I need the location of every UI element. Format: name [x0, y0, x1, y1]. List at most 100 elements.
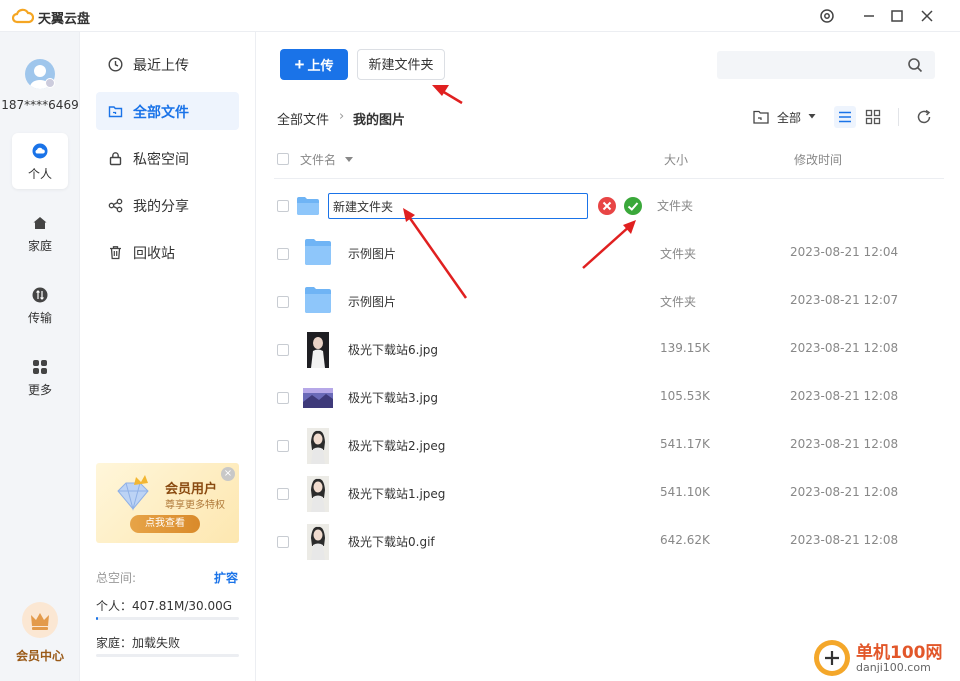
annotation-arrow-new-folder: [432, 85, 463, 105]
refresh-icon[interactable]: [916, 109, 932, 125]
confirm-rename-icon[interactable]: [624, 197, 642, 215]
promo-title: 会员用户: [165, 482, 218, 497]
list-icon: [839, 111, 851, 123]
vip-center-label[interactable]: 会员中心: [0, 647, 80, 664]
diamond-crown-icon: [117, 475, 149, 511]
row-checkbox[interactable]: [277, 536, 289, 548]
breadcrumb-separator: ›: [339, 109, 345, 124]
table-row[interactable]: 极光下载站6.jpg 139.15K 2023-08-21 12:08: [256, 326, 960, 374]
personal-storage-text: 个人：407.81M/30.00G: [96, 599, 233, 613]
lock-icon: [109, 152, 122, 166]
minimize-icon[interactable]: [860, 7, 878, 25]
table-row[interactable]: 极光下载站1.jpeg 541.10K 2023-08-21 12:08: [256, 470, 960, 518]
cancel-rename-icon[interactable]: [598, 197, 616, 215]
title-bar: 天翼云盘: [0, 0, 960, 32]
vip-promo-banner[interactable]: × 会员用户 尊享更多特权 点我查看: [96, 463, 239, 543]
file-name[interactable]: 示例图片: [348, 245, 396, 262]
grid-icon: [33, 360, 47, 374]
list-view-button[interactable]: [834, 106, 856, 128]
vip-center-button[interactable]: [22, 602, 58, 638]
table-row[interactable]: 极光下载站3.jpg 105.53K 2023-08-21 12:08: [256, 374, 960, 422]
file-date: 2023-08-21 12:08: [790, 437, 899, 451]
cloud-icon: [32, 143, 48, 159]
image-thumbnail: [307, 524, 329, 560]
file-name[interactable]: 示例图片: [348, 293, 396, 310]
file-date: 2023-08-21 12:08: [790, 485, 899, 499]
select-all-checkbox[interactable]: [277, 153, 289, 165]
sidebar-item-all-files[interactable]: 全部文件: [96, 92, 239, 130]
column-header-name[interactable]: 文件名: [300, 151, 336, 168]
sidebar-item-recent[interactable]: 最近上传: [96, 45, 239, 83]
cloud-logo-icon: [12, 8, 34, 24]
table-row[interactable]: 示例图片 文件夹 2023-08-21 12:04: [256, 230, 960, 278]
rail-label: 个人: [27, 167, 52, 181]
file-name[interactable]: 极光下载站1.jpeg: [348, 485, 445, 502]
header-divider: [274, 178, 944, 179]
row-checkbox[interactable]: [277, 440, 289, 452]
transfer-icon: [32, 287, 48, 303]
watermark-title: 单机100网: [856, 643, 943, 663]
row-checkbox[interactable]: [277, 344, 289, 356]
file-name[interactable]: 极光下载站3.jpg: [348, 389, 438, 406]
folder-filter-icon[interactable]: [753, 110, 769, 124]
promo-view-button[interactable]: 点我查看: [130, 515, 200, 533]
rail-item-more[interactable]: 更多: [12, 349, 68, 405]
clock-icon: [108, 57, 123, 72]
table-row[interactable]: 极光下载站0.gif 642.62K 2023-08-21 12:08: [256, 518, 960, 566]
file-size: 文件夹: [660, 295, 697, 309]
row-checkbox[interactable]: [277, 488, 289, 500]
folder-icon: [108, 106, 123, 118]
sidebar-item-share[interactable]: 我的分享: [96, 186, 239, 224]
row-checkbox[interactable]: [277, 296, 289, 308]
filter-dropdown[interactable]: 全部: [777, 109, 801, 126]
sidebar-item-trash[interactable]: 回收站: [96, 233, 239, 271]
image-thumbnail: [307, 428, 329, 464]
settings-icon[interactable]: [818, 7, 836, 25]
file-name[interactable]: 极光下载站2.jpeg: [348, 437, 445, 454]
sidebar-item-private[interactable]: 私密空间: [96, 139, 239, 177]
file-size: 文件夹: [660, 247, 697, 261]
user-phone: 187****6469: [1, 98, 79, 112]
close-icon[interactable]: [918, 7, 936, 25]
file-size: 541.10K: [660, 485, 710, 499]
search-icon[interactable]: [907, 57, 923, 73]
row-checkbox[interactable]: [277, 248, 289, 260]
toolbar-divider: [898, 108, 899, 126]
row-checkbox[interactable]: [277, 392, 289, 404]
file-size: 105.53K: [660, 389, 710, 403]
grid-view-icon[interactable]: [865, 109, 881, 125]
row-checkbox[interactable]: [277, 200, 289, 212]
file-size: 541.17K: [660, 437, 710, 451]
sidebar-item-label: 全部文件: [133, 105, 189, 121]
personal-storage-bar: [96, 617, 239, 620]
file-name[interactable]: 极光下载站0.gif: [348, 533, 435, 550]
rail-label: 传输: [27, 311, 52, 325]
file-date: 2023-08-21 12:08: [790, 533, 899, 547]
table-row[interactable]: 示例图片 文件夹 2023-08-21 12:07: [256, 278, 960, 326]
breadcrumb-current: 我的图片: [353, 113, 406, 128]
folder-icon: [305, 239, 331, 265]
column-header-size[interactable]: 大小: [664, 151, 688, 168]
rename-folder-input[interactable]: [328, 193, 588, 219]
rail-item-transfer[interactable]: 传输: [12, 277, 68, 333]
rail-label: 更多: [27, 383, 52, 397]
expand-storage-link[interactable]: 扩容: [214, 569, 238, 586]
promo-close-icon[interactable]: ×: [221, 467, 235, 481]
rail-item-personal[interactable]: 个人: [12, 133, 68, 189]
caret-down-icon[interactable]: [808, 112, 816, 120]
table-row[interactable]: 极光下载站2.jpeg 541.17K 2023-08-21 12:08: [256, 422, 960, 470]
upload-button[interactable]: + 上传: [280, 49, 348, 80]
family-storage-bar: [96, 654, 239, 657]
file-name[interactable]: 极光下载站6.jpg: [348, 341, 438, 358]
rail-item-family[interactable]: 家庭: [12, 205, 68, 261]
file-size: 139.15K: [660, 341, 710, 355]
sort-desc-icon[interactable]: [344, 154, 354, 164]
breadcrumb-root[interactable]: 全部文件: [277, 109, 329, 128]
new-folder-button[interactable]: 新建文件夹: [357, 49, 445, 80]
file-date: 2023-08-21 12:04: [790, 245, 899, 259]
file-size: 642.62K: [660, 533, 710, 547]
maximize-icon[interactable]: [888, 7, 906, 25]
sidebar-item-label: 我的分享: [133, 199, 189, 215]
column-header-modified[interactable]: 修改时间: [794, 151, 842, 168]
search-input[interactable]: [717, 51, 935, 79]
